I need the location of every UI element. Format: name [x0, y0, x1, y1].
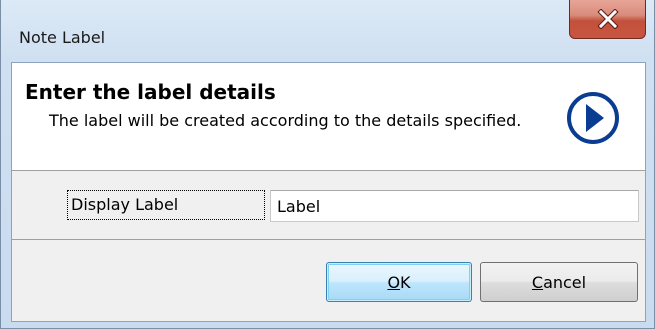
cancel-button-label: Cancel — [531, 272, 587, 292]
window-title: Note Label — [19, 28, 106, 47]
dialog-window: Note Label Enter the label details The l… — [0, 0, 655, 329]
dialog-client-area: Enter the label details The label will b… — [11, 62, 646, 322]
display-label-input[interactable] — [270, 190, 639, 222]
wizard-header: Enter the label details The label will b… — [12, 63, 645, 171]
next-arrow-icon — [567, 92, 619, 144]
close-button[interactable] — [569, 0, 646, 39]
title-bar[interactable]: Note Label — [1, 0, 654, 62]
cancel-button[interactable]: Cancel — [480, 262, 638, 302]
display-label-caption: Display Label — [67, 190, 265, 220]
header-description: The label will be created according to t… — [49, 111, 522, 130]
display-label-row: Display Label — [12, 171, 645, 239]
header-title: Enter the label details — [25, 80, 276, 104]
button-area-divider — [12, 239, 645, 240]
ok-button[interactable]: OK — [326, 262, 472, 302]
close-x-icon — [596, 9, 619, 29]
ok-button-label: OK — [387, 272, 411, 292]
